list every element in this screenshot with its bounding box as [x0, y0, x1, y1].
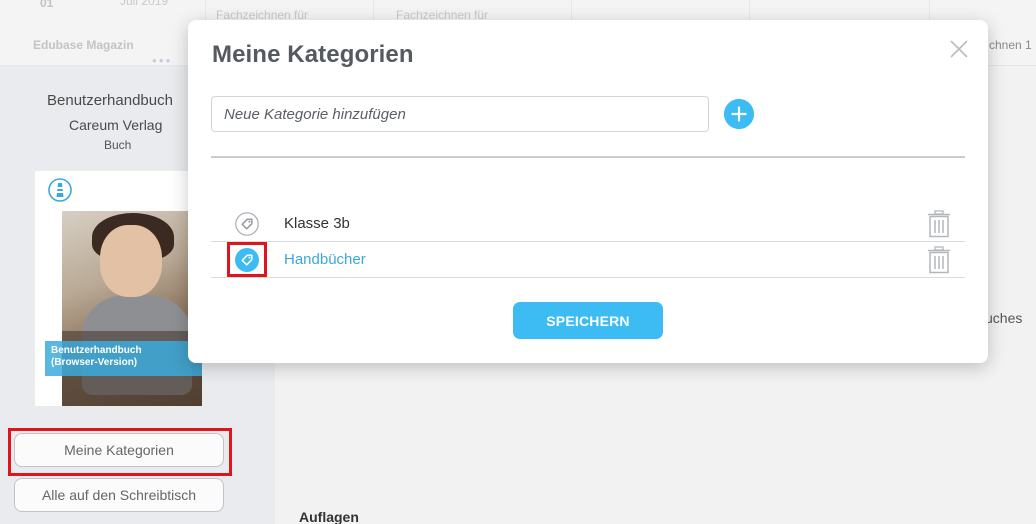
trash-icon[interactable]: [927, 246, 951, 274]
top-cell-title: chnen 1: [989, 38, 1032, 52]
new-category-input[interactable]: [211, 96, 709, 132]
category-row: Klasse 3b: [211, 206, 965, 242]
book-cover[interactable]: Benutzerhandbuch (Browser-Version): [35, 171, 202, 406]
categories-modal: Meine Kategorien Klasse 3b: [188, 20, 988, 363]
cover-banner: Benutzerhandbuch (Browser-Version): [45, 341, 202, 376]
book-type: Buch: [104, 138, 132, 152]
top-cell[interactable]: 01 Juli 2019 Edubase Magazin ●●●: [0, 0, 205, 66]
book-publisher: Careum Verlag: [69, 117, 163, 133]
highlight-box: [8, 428, 232, 476]
plus-circle-icon[interactable]: [724, 99, 754, 129]
top-cell-date: Juli 2019: [120, 0, 169, 8]
cover-banner-title: Benutzerhandbuch: [51, 345, 142, 356]
modal-title: Meine Kategorien: [212, 41, 414, 68]
editions-heading: Auflagen: [299, 509, 359, 524]
save-button[interactable]: SPEICHERN: [513, 302, 663, 339]
trash-icon[interactable]: [927, 210, 951, 238]
top-cell-title: Edubase Magazin: [33, 38, 134, 52]
all-to-desk-button[interactable]: Alle auf den Schreibtisch: [14, 478, 224, 512]
category-row: Handbücher: [211, 242, 965, 278]
cover-banner-subtitle: (Browser-Version): [51, 357, 138, 368]
close-icon[interactable]: [948, 38, 970, 60]
category-label[interactable]: Klasse 3b: [284, 215, 350, 232]
cover-photo: [62, 211, 202, 406]
highlight-box: [227, 242, 267, 277]
pager-dots: ●●●: [152, 56, 173, 65]
top-cell-number: 01: [40, 0, 54, 10]
lighthouse-logo-icon: [48, 178, 72, 202]
content-text: uches: [985, 310, 1023, 326]
tag-icon[interactable]: [235, 212, 259, 236]
divider: [211, 156, 965, 158]
book-title: Benutzerhandbuch: [47, 92, 173, 109]
category-label[interactable]: Handbücher: [284, 251, 366, 268]
